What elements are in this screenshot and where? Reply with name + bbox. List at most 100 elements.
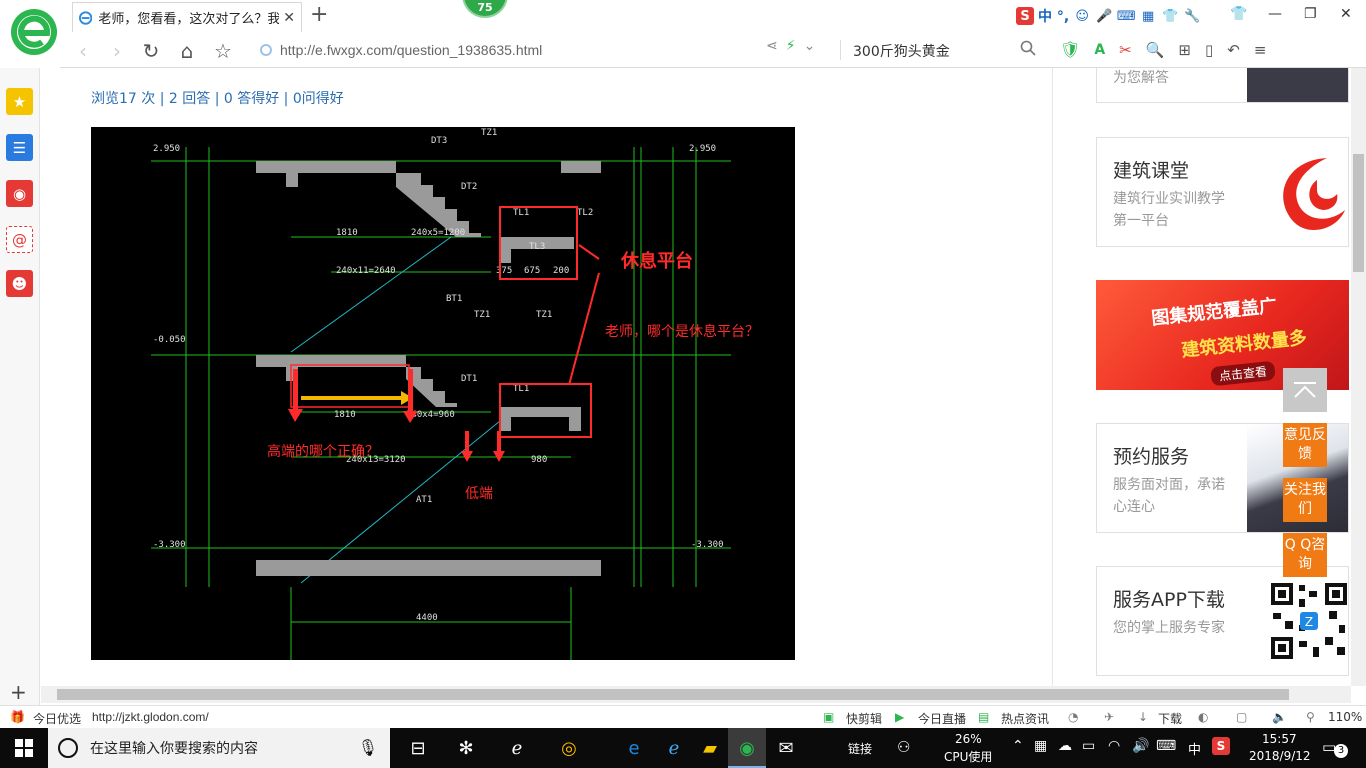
browser-taskbar-icon[interactable]: ◉ [733, 734, 761, 762]
menu-icon[interactable]: ≡ [1254, 41, 1267, 59]
sogou-tray-icon[interactable]: S [1212, 737, 1230, 755]
tray-app-icon[interactable]: ▦ [1034, 738, 1047, 754]
magnifier-icon[interactable]: 🔍 [1146, 41, 1165, 59]
news-icon[interactable]: ▤ [978, 710, 989, 724]
volume-tray-icon[interactable]: 🔊 [1132, 738, 1149, 754]
search-box-text[interactable]: 300斤狗头黄金 [853, 41, 950, 61]
task-view-icon[interactable]: ⊟ [404, 734, 432, 762]
gift-icon[interactable]: 🎁 [10, 710, 25, 724]
zoom-icon[interactable]: ⚲ [1306, 710, 1315, 724]
share-icon[interactable]: ⋖ [766, 38, 778, 54]
favorite-star-button[interactable]: ☆ [210, 38, 236, 64]
notification-count: 3 [1334, 744, 1348, 758]
shirt-icon[interactable]: 👕 [1161, 7, 1179, 25]
keyboard-tray-icon[interactable]: ⌨ [1156, 738, 1176, 754]
status-item-clip[interactable]: 快剪辑 [846, 710, 882, 727]
clock-date[interactable]: 2018/9/12 [1249, 749, 1311, 763]
wifi-icon[interactable]: ◠ [1108, 738, 1120, 754]
feedback-button[interactable]: 意见反馈 [1283, 423, 1327, 467]
home-button[interactable]: ⌂ [174, 38, 200, 64]
card-title: 建筑课堂 [1113, 160, 1190, 182]
volume-icon[interactable]: 🔈 [1272, 710, 1287, 724]
vertical-scrollbar[interactable] [1351, 68, 1366, 686]
back-button[interactable]: ‹ [70, 38, 96, 64]
email-icon[interactable]: @ [6, 226, 33, 253]
new-tab-button[interactable]: + [310, 2, 328, 27]
today-pick-label[interactable]: 今日优选 [33, 710, 81, 727]
scissors-icon[interactable]: ✂ [1119, 41, 1132, 59]
ketang-logo-icon [1283, 158, 1345, 231]
game-icon[interactable]: ☻ [6, 270, 33, 297]
weibo-icon[interactable]: ◉ [6, 180, 33, 207]
forward-button[interactable]: › [104, 38, 130, 64]
edge-icon[interactable]: e [620, 734, 648, 762]
status-item-news[interactable]: 热点资讯 [1001, 710, 1049, 727]
skin-icon[interactable]: 👕 [1230, 6, 1247, 22]
link-label[interactable]: 链接 [848, 740, 872, 757]
app-download-card[interactable]: 服务APP下载 您的掌上服务专家 Z [1096, 566, 1349, 676]
browser-logo-icon[interactable] [8, 4, 60, 60]
download-icon[interactable]: ↓ [1138, 710, 1148, 724]
internet-explorer-icon[interactable]: ℯ [660, 734, 688, 762]
undo-icon[interactable]: ↶ [1227, 41, 1240, 59]
grid-icon[interactable]: ▦ [1139, 7, 1157, 25]
chevron-down-icon[interactable]: ⌄ [804, 38, 816, 54]
back-to-top-button[interactable] [1283, 368, 1327, 412]
horizontal-scrollbar[interactable] [41, 686, 1351, 703]
file-explorer-icon[interactable]: ▰ [696, 734, 724, 762]
people-icon[interactable]: ⚇ [897, 738, 910, 756]
ask-expert-card[interactable]: 为您解答 [1096, 68, 1349, 103]
horizontal-scroll-thumb[interactable] [57, 689, 1289, 700]
live-icon[interactable]: ▶ [895, 710, 904, 724]
ie-shell-icon[interactable]: ℯ [503, 734, 531, 762]
cortana-icon [58, 738, 78, 758]
maximize-button[interactable]: ❐ [1304, 6, 1317, 22]
news-list-icon[interactable]: ☰ [6, 134, 33, 161]
browser-tab[interactable]: 老师，您看看，这次对了么？我还 ✕ [72, 2, 302, 32]
pinwheel-app-icon[interactable]: ✻ [452, 734, 480, 762]
apps-icon[interactable]: ⊞ [1178, 41, 1191, 59]
search-icon[interactable] [1020, 40, 1036, 60]
site-info-icon[interactable] [260, 44, 272, 56]
battery-icon[interactable]: ▭ [1082, 738, 1095, 754]
sidebar-add-button[interactable]: + [10, 680, 27, 704]
follow-us-button[interactable]: 关注我们 [1283, 478, 1327, 522]
mail-icon[interactable]: ✉ [772, 734, 800, 762]
microphone-icon[interactable]: 🎤 [1095, 7, 1113, 25]
url-text[interactable]: http://e.fwxgx.com/question_1938635.html [280, 42, 542, 58]
vertical-scroll-thumb[interactable] [1353, 154, 1364, 272]
ie-mode-icon[interactable]: ◐ [1198, 710, 1208, 724]
shield-icon[interactable]: 🛡 [1060, 40, 1080, 59]
translate-icon[interactable]: A [1094, 42, 1105, 58]
favorites-star-icon[interactable]: ★ [6, 88, 33, 115]
close-window-button[interactable]: ✕ [1340, 6, 1352, 22]
status-item-download[interactable]: 下载 [1158, 710, 1182, 727]
ime-mode-label[interactable]: 中 °, [1038, 6, 1069, 26]
sogou-ime-icon[interactable]: S [1016, 7, 1034, 25]
cloud-icon[interactable]: ☁ [1058, 738, 1072, 754]
start-button[interactable] [0, 728, 48, 768]
clip-icon[interactable]: ▣ [823, 710, 834, 724]
emoji-icon[interactable]: ☺ [1073, 7, 1091, 25]
ime-indicator[interactable]: 中 [1188, 739, 1201, 758]
app-notify-icon[interactable]: ◎ [555, 734, 583, 762]
reader-icon[interactable]: ▯ [1205, 41, 1213, 59]
microphone-icon[interactable]: 🎙 [358, 738, 378, 757]
refresh-button[interactable]: ↻ [138, 38, 164, 64]
lightning-icon[interactable]: ⚡ [786, 38, 796, 54]
zoom-level[interactable]: 110% [1328, 710, 1362, 724]
tray-expand-icon[interactable]: ⌃ [1012, 738, 1024, 754]
speed-icon[interactable]: ◔ [1068, 710, 1078, 724]
clock-time[interactable]: 15:57 [1262, 732, 1297, 746]
window-icon[interactable]: ▢ [1236, 710, 1247, 724]
minimize-button[interactable]: — [1268, 6, 1282, 22]
pin-icon[interactable]: ✈ [1104, 710, 1114, 724]
keyboard-icon[interactable]: ⌨ [1117, 7, 1136, 25]
status-item-live[interactable]: 今日直播 [918, 710, 966, 727]
tab-close-icon[interactable]: ✕ [283, 10, 295, 26]
jianzhu-ketang-card[interactable]: 建筑课堂 建筑行业实训教学第一平台 [1096, 137, 1349, 247]
wrench-icon[interactable]: 🔧 [1183, 7, 1201, 25]
taskbar-search-box[interactable]: 在这里输入你要搜索的内容 🎙 [48, 728, 390, 768]
qq-consult-button[interactable]: Q Q咨询 [1283, 533, 1327, 577]
notification-badge[interactable]: 75 [462, 0, 508, 18]
